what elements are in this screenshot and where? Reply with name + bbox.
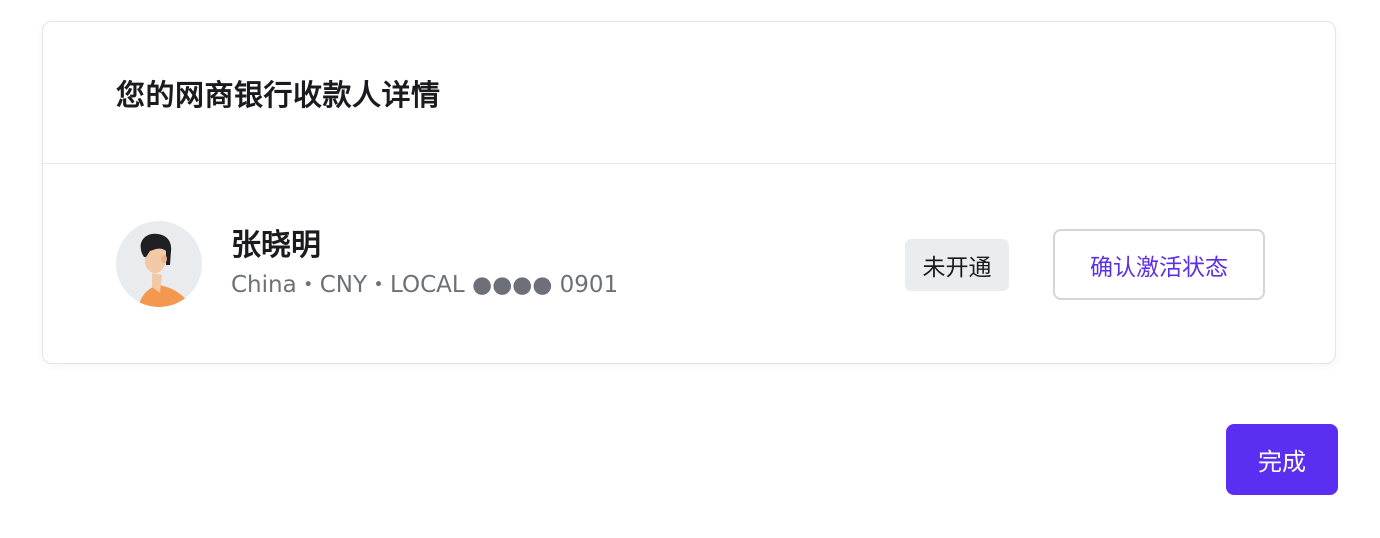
payee-row: 张晓明 China・CNY・LOCAL ●●●● 0901 未开通 确认激活状态 (43, 164, 1335, 364)
card-title: 您的网商银行收款人详情 (116, 77, 441, 112)
payee-account-meta: China・CNY・LOCAL ●●●● 0901 (231, 272, 619, 298)
payee-details-card: 您的网商银行收款人详情 张晓明 China・CNY・LOCAL ●●●● 090… (42, 21, 1336, 364)
payee-name: 张晓明 (231, 228, 321, 263)
confirm-activation-button[interactable]: 确认激活状态 (1053, 229, 1265, 300)
done-button[interactable]: 完成 (1226, 424, 1338, 495)
status-badge: 未开通 (905, 239, 1009, 291)
person-avatar-icon (138, 233, 188, 307)
avatar (116, 221, 202, 307)
card-header: 您的网商银行收款人详情 (43, 22, 1335, 164)
